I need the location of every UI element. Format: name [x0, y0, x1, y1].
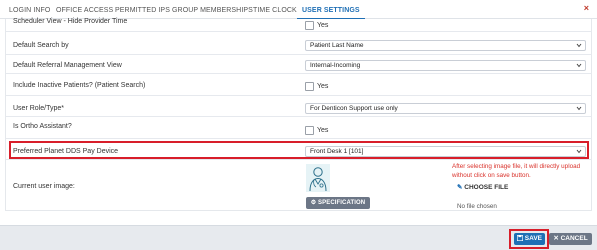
close-icon[interactable]: ×: [584, 3, 589, 13]
default-referral-label: Default Referral Management View: [13, 62, 122, 69]
upload-note: After selecting image file, it will dire…: [452, 163, 581, 179]
user-doctor-icon: [306, 164, 330, 192]
default-search-select[interactable]: Patient Last Name: [305, 40, 586, 51]
close-icon: ✕: [553, 235, 561, 242]
row-scheduler-view: Scheduler View - Hide Provider Time Yes: [6, 18, 592, 32]
save-label: SAVE: [524, 235, 543, 242]
cancel-button[interactable]: ✕ CANCEL: [549, 233, 592, 245]
specification-button[interactable]: ⚙ SPECIFICATION: [306, 197, 370, 209]
choose-file-label: CHOOSE FILE: [464, 184, 509, 191]
scheduler-view-label: Scheduler View - Hide Provider Time: [13, 18, 128, 25]
row-default-search: Default Search by Patient Last Name: [6, 32, 592, 55]
ortho-assistant-checkbox[interactable]: [305, 126, 314, 135]
pay-device-highlight: [9, 141, 589, 159]
user-settings-panel: Scheduler View - Hide Provider Time Yes …: [5, 18, 592, 211]
tab-bar: LOGIN INFO OFFICE ACCESS PERMITTED IPS G…: [0, 0, 597, 20]
include-inactive-checkbox-label: Yes: [317, 83, 329, 90]
ortho-assistant-checkbox-label: Yes: [317, 127, 329, 134]
scheduler-view-checkbox-label: Yes: [317, 22, 329, 29]
chevron-down-icon: [576, 104, 582, 117]
save-button[interactable]: SAVE: [514, 233, 545, 245]
row-user-role: User Role/Type* For Denticon Support use…: [6, 96, 592, 117]
tab-user-settings[interactable]: USER SETTINGS: [297, 0, 365, 20]
include-inactive-label: Include Inactive Patients? (Patient Sear…: [13, 82, 146, 89]
floppy-disk-icon: [516, 234, 525, 242]
default-search-value: Patient Last Name: [310, 42, 364, 49]
tab-login-info[interactable]: LOGIN INFO: [9, 0, 50, 19]
chevron-down-icon: [576, 41, 582, 54]
pencil-icon: ✎: [457, 184, 463, 191]
choose-file-button[interactable]: ✎ CHOOSE FILE: [457, 183, 508, 191]
chevron-down-icon: [576, 61, 582, 74]
tab-group-memberships[interactable]: GROUP MEMBERSHIPS: [172, 0, 253, 19]
no-file-chosen: No file chosen: [457, 203, 497, 210]
user-role-value: For Denticon Support use only: [310, 105, 398, 112]
gears-icon: ⚙: [310, 200, 319, 206]
row-ortho-assistant: Is Ortho Assistant? Yes: [6, 117, 592, 139]
user-role-select[interactable]: For Denticon Support use only: [305, 103, 586, 114]
tab-office-access[interactable]: OFFICE ACCESS: [56, 0, 113, 19]
user-role-label: User Role/Type*: [13, 105, 64, 112]
scheduler-view-checkbox[interactable]: [305, 21, 314, 30]
default-referral-value: Internal-Incoming: [310, 62, 361, 69]
default-referral-select[interactable]: Internal-Incoming: [305, 60, 586, 71]
specification-label: SPECIFICATION: [318, 200, 366, 206]
row-default-referral: Default Referral Management View Interna…: [6, 55, 592, 74]
user-image-label: Current user image:: [13, 183, 75, 190]
default-search-label: Default Search by: [13, 42, 69, 49]
footer-bar: SAVE ✕ CANCEL: [0, 225, 597, 250]
tab-permitted-ips[interactable]: PERMITTED IPS: [115, 0, 170, 19]
cancel-label: CANCEL: [560, 235, 588, 242]
include-inactive-checkbox[interactable]: [305, 82, 314, 91]
row-include-inactive: Include Inactive Patients? (Patient Sear…: [6, 74, 592, 96]
tab-time-clock[interactable]: TIME CLOCK: [253, 0, 297, 19]
ortho-assistant-label: Is Ortho Assistant?: [13, 123, 72, 130]
